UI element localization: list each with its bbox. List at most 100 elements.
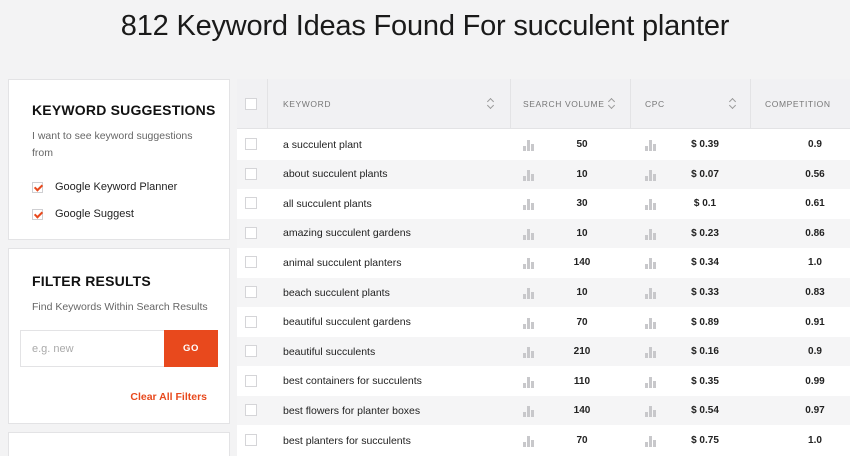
bar-chart-icon[interactable] (645, 199, 656, 211)
panel-description: Find Keywords Within Search Results (32, 301, 208, 313)
competition-cell: 0.9 (808, 139, 822, 150)
column-header-keyword[interactable]: KEYWORD (283, 79, 331, 129)
row-checkbox[interactable] (245, 434, 257, 446)
bar-chart-icon[interactable] (645, 436, 656, 447)
row-checkbox[interactable] (245, 138, 257, 150)
cpc-cell: $ 0.34 (691, 257, 719, 269)
table-row[interactable]: amazing succulent gardens 10 $ 0.23 0.86 (237, 218, 850, 248)
search-query: succulent planter (513, 10, 730, 42)
cpc-cell: $ 0.23 (691, 227, 719, 239)
source-label: Google Keyword Planner (55, 181, 178, 193)
bar-chart-icon[interactable] (523, 199, 534, 211)
table-header: KEYWORD SEARCH VOLUME CPC COMPETITION (237, 79, 850, 129)
bar-chart-icon[interactable] (523, 169, 534, 181)
bar-chart-icon[interactable] (645, 347, 656, 359)
additional-panel (8, 432, 230, 456)
bar-chart-icon[interactable] (645, 376, 656, 388)
filter-input[interactable] (20, 330, 164, 367)
bar-chart-icon[interactable] (645, 288, 656, 299)
table-row[interactable]: a succulent plant 50 $ 0.39 0.9 (237, 130, 850, 159)
select-all-checkbox[interactable] (245, 98, 257, 110)
keyword-cell[interactable]: beautiful succulent gardens (283, 308, 411, 337)
row-checkbox[interactable] (245, 374, 257, 387)
competition-cell: 0.99 (805, 375, 825, 387)
row-checkbox[interactable] (245, 315, 257, 328)
bar-chart-icon[interactable] (645, 140, 656, 151)
go-button[interactable]: GO (164, 330, 218, 367)
table-row[interactable]: best planters for succulents 70 $ 0.75 1.0 (237, 426, 850, 455)
keyword-cell[interactable]: a succulent plant (283, 130, 362, 159)
checkmark-icon[interactable] (32, 208, 43, 220)
competition-cell: 0.56 (805, 168, 825, 180)
title-text: Keyword Ideas Found For (176, 10, 506, 42)
row-checkbox[interactable] (245, 404, 257, 417)
bar-chart-icon[interactable] (645, 169, 656, 181)
column-header-competition[interactable]: COMPETITION (765, 79, 831, 129)
competition-cell: 1.0 (808, 435, 822, 446)
keyword-cell[interactable]: best flowers for planter boxes (283, 396, 420, 425)
table-row[interactable]: about succulent plants 10 $ 0.07 0.56 (237, 159, 850, 189)
table-row[interactable]: best containers for succulents 110 $ 0.35 0… (237, 367, 850, 396)
bar-chart-icon[interactable] (645, 228, 656, 240)
bar-chart-icon[interactable] (523, 347, 534, 359)
row-checkbox[interactable] (245, 197, 257, 210)
page-title: 812 Keyword Ideas Found For succulent pl… (0, 10, 850, 43)
keyword-cell[interactable]: animal succulent planters (283, 248, 401, 277)
bar-chart-icon[interactable] (523, 228, 534, 240)
competition-cell: 0.91 (805, 316, 825, 328)
keyword-cell[interactable]: beautiful succulents (283, 337, 375, 366)
bar-chart-icon[interactable] (645, 258, 656, 270)
competition-cell: 0.83 (805, 287, 825, 298)
keyword-cell[interactable]: beach succulent plants (283, 278, 390, 307)
table-row[interactable]: beautiful succulents 210 $ 0.16 0.9 (237, 337, 850, 367)
bar-chart-icon[interactable] (523, 376, 534, 388)
keyword-cell[interactable]: amazing succulent gardens (283, 219, 411, 248)
cpc-cell: $ 0.75 (691, 435, 719, 446)
competition-cell: 0.9 (808, 346, 822, 358)
column-header-cpc[interactable]: CPC (645, 79, 665, 129)
row-checkbox[interactable] (245, 345, 257, 358)
bar-chart-icon[interactable] (645, 406, 656, 418)
search-volume-cell: 110 (573, 375, 591, 387)
keyword-suggestions-panel: KEYWORD SUGGESTIONS I want to see keywor… (8, 79, 230, 240)
table-row[interactable]: all succulent plants 30 $ 0.1 0.61 (237, 189, 850, 218)
panel-title: KEYWORD SUGGESTIONS (32, 102, 216, 118)
row-checkbox[interactable] (245, 286, 257, 298)
bar-chart-icon[interactable] (523, 258, 534, 270)
keyword-cell[interactable]: about succulent plants (283, 160, 388, 189)
bar-chart-icon[interactable] (523, 317, 534, 329)
table-row[interactable]: beach succulent plants 10 $ 0.33 0.83 (237, 278, 850, 307)
bar-chart-icon[interactable] (523, 436, 534, 447)
table-row[interactable]: animal succulent planters 140 $ 0.34 1.0 (237, 248, 850, 277)
bar-chart-icon[interactable] (523, 288, 534, 299)
result-count: 812 (120, 10, 169, 42)
bar-chart-icon[interactable] (645, 317, 656, 329)
checkmark-icon[interactable] (32, 181, 43, 193)
bar-chart-icon[interactable] (523, 406, 534, 418)
cpc-cell: $ 0.89 (691, 316, 719, 328)
search-volume-cell: 10 (576, 227, 588, 239)
keyword-cell[interactable]: all succulent plants (283, 189, 372, 218)
table-row[interactable]: beautiful succulent gardens 70 $ 0.89 0.91 (237, 308, 850, 337)
bar-chart-icon[interactable] (523, 140, 534, 151)
keyword-cell[interactable]: best containers for succulents (283, 367, 422, 396)
search-volume-cell: 140 (573, 257, 591, 269)
sort-icon[interactable] (487, 97, 494, 111)
clear-filters-link[interactable]: Clear All Filters (130, 391, 207, 403)
competition-cell: 0.97 (805, 405, 825, 417)
source-option-google-suggest[interactable]: Google Suggest (32, 207, 134, 221)
sort-icon[interactable] (608, 97, 615, 111)
row-checkbox[interactable] (245, 256, 257, 269)
search-volume-cell: 140 (573, 405, 591, 417)
cpc-cell: $ 0.54 (691, 405, 719, 417)
panel-title: FILTER RESULTS (32, 273, 151, 289)
column-header-search-volume[interactable]: SEARCH VOLUME (523, 79, 604, 129)
row-checkbox[interactable] (245, 226, 257, 239)
table-row[interactable]: best flowers for planter boxes 140 $ 0.54 0… (237, 396, 850, 426)
sort-icon[interactable] (729, 97, 736, 111)
row-checkbox[interactable] (245, 167, 257, 180)
source-label: Google Suggest (55, 208, 134, 220)
keyword-cell[interactable]: best planters for succulents (283, 426, 411, 455)
source-option-keyword-planner[interactable]: Google Keyword Planner (32, 180, 177, 194)
search-volume-cell: 30 (576, 198, 588, 210)
